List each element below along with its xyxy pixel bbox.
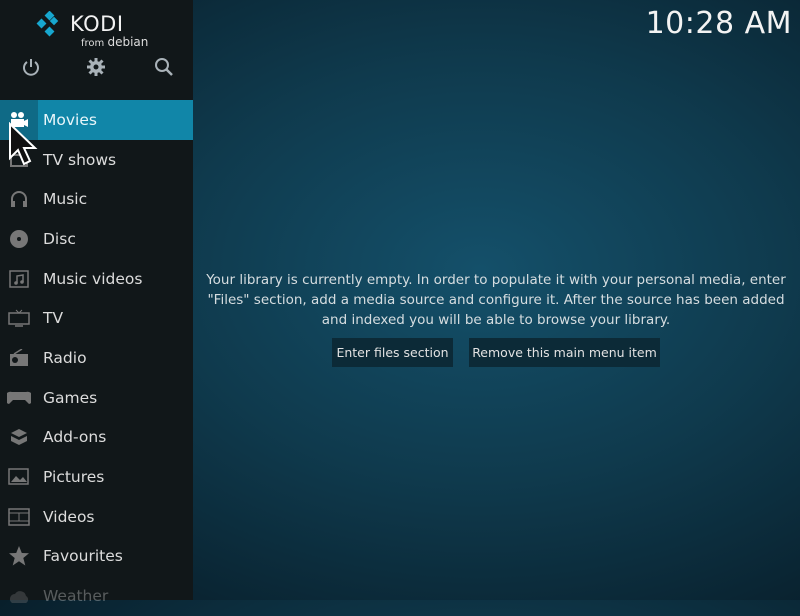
enter-files-button[interactable]: Enter files section bbox=[332, 338, 453, 367]
music-video-icon bbox=[0, 259, 38, 299]
logo-subtitle: from debian bbox=[81, 35, 148, 49]
menu-item-label: TV bbox=[43, 309, 64, 328]
menu-item-add-ons[interactable]: Add-ons bbox=[0, 418, 193, 458]
gamepad-icon bbox=[0, 378, 38, 418]
sidebar: KODI from debian Movies TV shows Music Disc… bbox=[0, 0, 193, 605]
clock: 10:28 AM bbox=[645, 6, 792, 41]
radio-icon bbox=[0, 338, 38, 378]
menu-item-label: TV shows bbox=[43, 150, 117, 169]
picture-icon bbox=[0, 457, 38, 497]
weather-icon bbox=[0, 576, 38, 616]
main-menu: Movies TV shows Music Disc Music videos TV Rad… bbox=[0, 100, 193, 616]
remove-menu-item-button[interactable]: Remove this main menu item bbox=[469, 338, 660, 367]
menu-item-favourites[interactable]: Favourites bbox=[0, 537, 193, 577]
search-icon[interactable] bbox=[153, 56, 175, 78]
menu-item-weather[interactable]: Weather bbox=[0, 576, 193, 616]
gear-icon[interactable] bbox=[85, 56, 107, 78]
menu-item-videos[interactable]: Videos bbox=[0, 497, 193, 537]
menu-item-label: Weather bbox=[43, 587, 109, 606]
film-icon bbox=[0, 497, 38, 537]
kodi-logo: KODI bbox=[36, 11, 124, 37]
menu-item-label: Disc bbox=[43, 229, 76, 248]
menu-item-music[interactable]: Music bbox=[0, 179, 193, 219]
menu-item-label: Favourites bbox=[43, 547, 123, 566]
menu-item-label: Music videos bbox=[43, 269, 143, 288]
menu-item-label: Radio bbox=[43, 348, 87, 367]
logo-text: KODI bbox=[70, 12, 124, 36]
disc-icon bbox=[0, 219, 38, 259]
menu-item-label: Games bbox=[43, 388, 98, 407]
kodi-logo-icon bbox=[36, 11, 59, 37]
menu-item-tv[interactable]: TV bbox=[0, 298, 193, 338]
menu-item-label: Pictures bbox=[43, 468, 105, 487]
menu-item-pictures[interactable]: Pictures bbox=[0, 457, 193, 497]
menu-item-games[interactable]: Games bbox=[0, 378, 193, 418]
logo-distro: debian bbox=[107, 35, 149, 49]
menu-item-music-videos[interactable]: Music videos bbox=[0, 259, 193, 299]
menu-item-disc[interactable]: Disc bbox=[0, 219, 193, 259]
menu-item-label: Videos bbox=[43, 507, 95, 526]
mouse-cursor-icon bbox=[9, 122, 38, 166]
box-icon bbox=[0, 418, 38, 458]
menu-item-label: Movies bbox=[43, 110, 97, 129]
logo-from: from bbox=[81, 38, 105, 49]
headphones-icon bbox=[0, 179, 38, 219]
power-icon[interactable] bbox=[20, 56, 42, 78]
menu-item-label: Music bbox=[43, 190, 88, 209]
tv-icon bbox=[0, 298, 38, 338]
menu-item-label: Add-ons bbox=[43, 428, 107, 447]
empty-library-message: Your library is currently empty. In orde… bbox=[206, 272, 786, 328]
menu-item-radio[interactable]: Radio bbox=[0, 338, 193, 378]
star-icon bbox=[0, 537, 38, 577]
